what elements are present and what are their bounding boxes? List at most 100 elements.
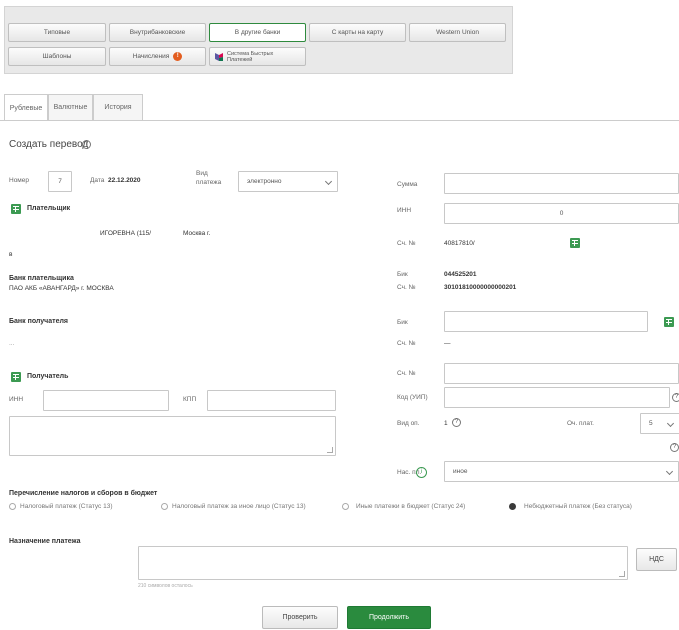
- bik-label: Бик: [397, 271, 408, 278]
- radio-tax-other-person-label: Налоговый платеж за иное лицо (Статус 13…: [172, 503, 306, 510]
- check-button-label: Проверить: [282, 614, 318, 621]
- sum-label: Сумма: [397, 181, 418, 188]
- uin-input[interactable]: [444, 387, 670, 408]
- op-type-label: Вид оп.: [397, 420, 420, 427]
- chevron-down-icon: [324, 177, 333, 186]
- resize-grip-icon: [327, 447, 333, 453]
- pay-type-select[interactable]: электронно: [238, 171, 338, 192]
- tab-standard-label: Типовые: [43, 29, 71, 36]
- number-value: 7: [58, 178, 62, 185]
- tab-rubles[interactable]: Рублевые: [4, 94, 48, 121]
- tab-western-union-label: Western Union: [436, 29, 479, 36]
- accruals-label: Начисления: [132, 53, 170, 60]
- continue-button-label: Продолжить: [368, 614, 410, 621]
- recipient-bank-label: Банк получателя: [9, 318, 68, 325]
- tab-currency[interactable]: Валютные: [48, 94, 93, 120]
- radio-tax-payment[interactable]: [9, 503, 16, 510]
- tab-intrabank[interactable]: Внутрибанковские: [109, 23, 206, 42]
- account-select-icon[interactable]: [570, 238, 580, 248]
- tab-intrabank-label: Внутрибанковские: [129, 29, 186, 36]
- radio-budget-other-label: Иные платежи в бюджет (Статус 24): [356, 503, 466, 510]
- payment-id-value: иное: [453, 468, 468, 475]
- alert-icon: !: [173, 52, 183, 61]
- payer-bank-label: Банк плательщика: [9, 275, 74, 282]
- continue-button[interactable]: Продолжить: [347, 606, 431, 629]
- acct-value: 40817810/: [444, 240, 475, 247]
- payer-name: ИГОРЕВНА (115/: [100, 230, 152, 237]
- op-type-help-icon[interactable]: ?: [452, 418, 461, 427]
- payer-extra: в: [9, 251, 13, 258]
- pay-type-value: электронно: [247, 178, 282, 185]
- vat-button-label: НДС: [649, 556, 664, 563]
- tab-other-banks[interactable]: В другие банки: [209, 23, 306, 42]
- radio-non-budget[interactable]: [509, 503, 516, 510]
- priority-label: Оч. плат.: [567, 420, 594, 427]
- sbp-button[interactable]: Система Быстрых Платежей: [209, 47, 306, 66]
- resize-grip-icon: [619, 571, 625, 577]
- tab-standard[interactable]: Типовые: [8, 23, 106, 42]
- op-type-value: 1: [444, 420, 448, 427]
- payer-book-icon[interactable]: [11, 204, 21, 214]
- recipient-bik-input[interactable]: [444, 311, 648, 332]
- inn-right-label: ИНН: [397, 207, 412, 214]
- tab-history[interactable]: История: [93, 94, 143, 120]
- recipient-account-input[interactable]: [444, 363, 679, 384]
- bank-search-icon[interactable]: [664, 317, 674, 327]
- tab-western-union[interactable]: Western Union: [409, 23, 506, 42]
- purpose-textarea[interactable]: [138, 546, 628, 580]
- recipient-bank-value: ...: [9, 340, 15, 347]
- sbp-label: Система Быстрых Платежей: [227, 50, 274, 63]
- check-button[interactable]: Проверить: [262, 606, 338, 629]
- racct2-label: Сч. №: [397, 370, 416, 377]
- racct-value: —: [444, 340, 451, 347]
- tab-card-to-card-label: С карты на карту: [331, 29, 384, 36]
- purpose-label: Назначение платежа: [9, 538, 81, 545]
- recipient-kpp-input[interactable]: [207, 390, 336, 411]
- recipient-book-icon[interactable]: [11, 372, 21, 382]
- tab-other-banks-label: В другие банки: [234, 29, 281, 36]
- radio-tax-payment-label: Налоговый платеж (Статус 13): [20, 503, 113, 510]
- payer-bank-name: ПАО АКБ «АВАНГАРД» г. МОСКВА: [9, 285, 114, 292]
- corr-label: Сч. №: [397, 284, 416, 291]
- tab-card-to-card[interactable]: С карты на карту: [309, 23, 406, 42]
- tabs-divider: [0, 120, 679, 121]
- racct-label: Сч. №: [397, 340, 416, 347]
- inn-right-value: 0: [559, 210, 564, 217]
- page-title: Создать перевод: [9, 139, 89, 150]
- sbp-logo-icon: [215, 52, 223, 61]
- payment-id-select[interactable]: иное: [444, 461, 679, 482]
- vat-button[interactable]: НДС: [636, 548, 677, 571]
- number-input[interactable]: 7: [48, 171, 72, 192]
- tab-currency-label: Валютные: [53, 104, 88, 111]
- templates-label: Шаблоны: [42, 53, 72, 60]
- recipient-label: Получатель: [27, 373, 69, 380]
- corr-value: 30101810000000000201: [444, 284, 517, 291]
- payer-label: Плательщик: [27, 205, 71, 212]
- templates-button[interactable]: Шаблоны: [8, 47, 106, 66]
- radio-non-budget-label: Небюджетный платеж (Без статуса): [524, 503, 632, 510]
- recipient-inn-label: ИНН: [9, 396, 24, 403]
- inn-right-input[interactable]: 0: [444, 203, 679, 224]
- sum-input[interactable]: [444, 173, 679, 194]
- radio-budget-other[interactable]: [342, 503, 349, 510]
- chevron-down-icon: [665, 467, 674, 476]
- payment-id-info-icon[interactable]: i: [416, 467, 427, 478]
- accruals-button[interactable]: Начисления !: [109, 47, 206, 66]
- priority-help-icon[interactable]: ?: [670, 443, 679, 452]
- recipient-kpp-label: КПП: [183, 396, 197, 403]
- tab-rubles-label: Рублевые: [9, 104, 43, 112]
- date-label: Дата: [90, 177, 105, 184]
- radio-tax-other-person[interactable]: [161, 503, 168, 510]
- priority-select[interactable]: 5: [640, 413, 679, 434]
- pay-type-label-2: платежа: [196, 179, 222, 186]
- help-icon[interactable]: ?: [82, 140, 91, 149]
- uin-help-icon[interactable]: ?: [672, 393, 679, 402]
- acct-label: Сч. №: [397, 240, 416, 247]
- payer-city: Москва г.: [183, 230, 211, 237]
- recipient-inn-input[interactable]: [43, 390, 169, 411]
- date-value[interactable]: 22.12.2020: [108, 177, 141, 184]
- uin-label: Код (УИП): [397, 394, 428, 401]
- recipient-name-textarea[interactable]: [9, 416, 336, 456]
- tab-history-label: История: [104, 104, 132, 111]
- priority-value: 5: [649, 420, 653, 427]
